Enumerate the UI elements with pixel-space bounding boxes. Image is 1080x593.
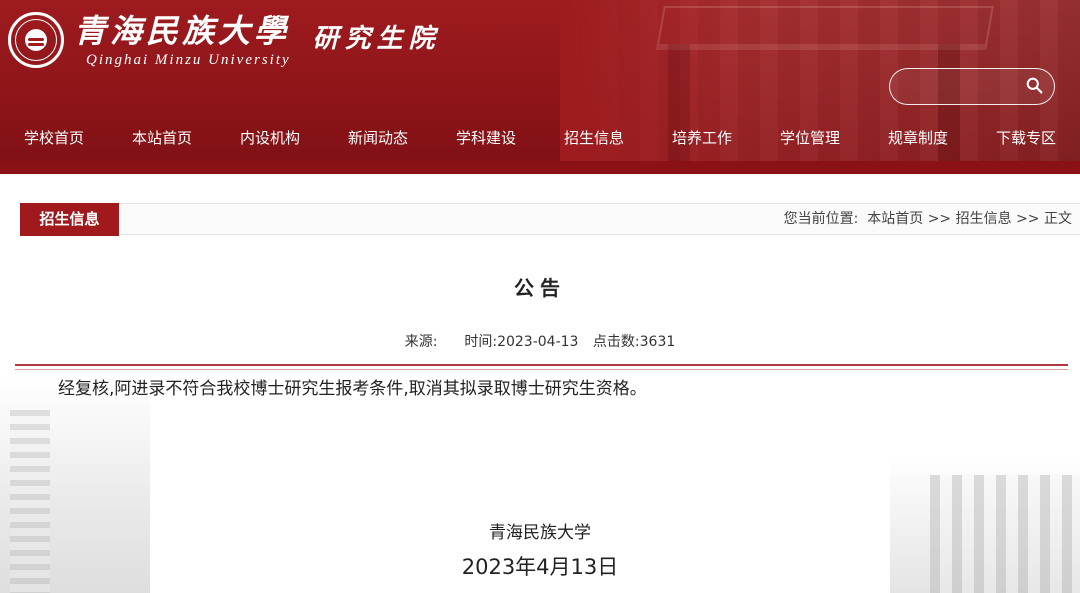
views-label: 点击数: bbox=[592, 334, 640, 350]
nav-item-site-home[interactable]: 本站首页 bbox=[108, 115, 216, 161]
site-header: 青海民族大學 Qinghai Minzu University 研究生院 学校首… bbox=[0, 0, 1080, 174]
nav-item-training[interactable]: 培养工作 bbox=[648, 115, 756, 161]
search-box bbox=[889, 68, 1055, 105]
nav-item-departments[interactable]: 内设机构 bbox=[216, 115, 324, 161]
section-label: 招生信息 bbox=[20, 203, 119, 236]
school-name-cn: 青海民族大學 bbox=[74, 11, 291, 50]
brand-block: 青海民族大學 Qinghai Minzu University bbox=[74, 12, 291, 69]
logo[interactable]: 青海民族大學 Qinghai Minzu University 研究生院 bbox=[8, 10, 441, 70]
title-divider-thin bbox=[15, 369, 1068, 370]
nav-item-regulations[interactable]: 规章制度 bbox=[864, 115, 972, 161]
views-value: 3631 bbox=[639, 334, 676, 350]
title-divider bbox=[15, 364, 1068, 366]
nav-item-school-home[interactable]: 学校首页 bbox=[0, 115, 108, 161]
breadcrumb-site-home[interactable]: 本站首页 bbox=[867, 211, 923, 227]
search-icon[interactable] bbox=[1026, 77, 1043, 94]
university-seal-icon bbox=[8, 12, 64, 68]
time-label: 时间: bbox=[464, 334, 498, 350]
breadcrumb-separator: >> bbox=[1016, 211, 1040, 227]
nav-item-disciplines[interactable]: 学科建设 bbox=[432, 115, 540, 161]
nav-item-admissions[interactable]: 招生信息 bbox=[540, 115, 648, 161]
section-bar: 招生信息 您当前位置: 本站首页 >> 招生信息 >> 正文 bbox=[20, 203, 1080, 236]
article-title: 公告 bbox=[514, 276, 566, 300]
header-bottom-strip bbox=[0, 161, 1080, 174]
article-date: 2023年4月13日 bbox=[461, 555, 619, 579]
nav-item-downloads[interactable]: 下载专区 bbox=[972, 115, 1080, 161]
breadcrumb: 您当前位置: 本站首页 >> 招生信息 >> 正文 bbox=[784, 204, 1072, 234]
department-name: 研究生院 bbox=[312, 23, 441, 54]
breadcrumb-current: 正文 bbox=[1044, 211, 1072, 227]
search-input[interactable] bbox=[900, 74, 1020, 98]
article-body: 经复核,阿进录不符合我校博士研究生报考条件,取消其拟录取博士研究生资格。 bbox=[58, 379, 647, 399]
school-name-en: Qinghai Minzu University bbox=[86, 51, 291, 68]
article-meta: 来源: 时间:2023-04-13 点击数:3631 bbox=[0, 331, 1080, 351]
nav-item-degrees[interactable]: 学位管理 bbox=[756, 115, 864, 161]
breadcrumb-prefix: 您当前位置: bbox=[783, 211, 859, 227]
article-signature: 青海民族大学 bbox=[489, 523, 591, 543]
nav-item-news[interactable]: 新闻动态 bbox=[324, 115, 432, 161]
breadcrumb-separator: >> bbox=[927, 211, 952, 227]
breadcrumb-admissions[interactable]: 招生信息 bbox=[956, 211, 1012, 227]
main-nav: 学校首页 本站首页 内设机构 新闻动态 学科建设 招生信息 培养工作 学位管理 … bbox=[0, 115, 1080, 161]
source-label: 来源: bbox=[404, 334, 438, 350]
time-value: 2023-04-13 bbox=[497, 334, 579, 350]
